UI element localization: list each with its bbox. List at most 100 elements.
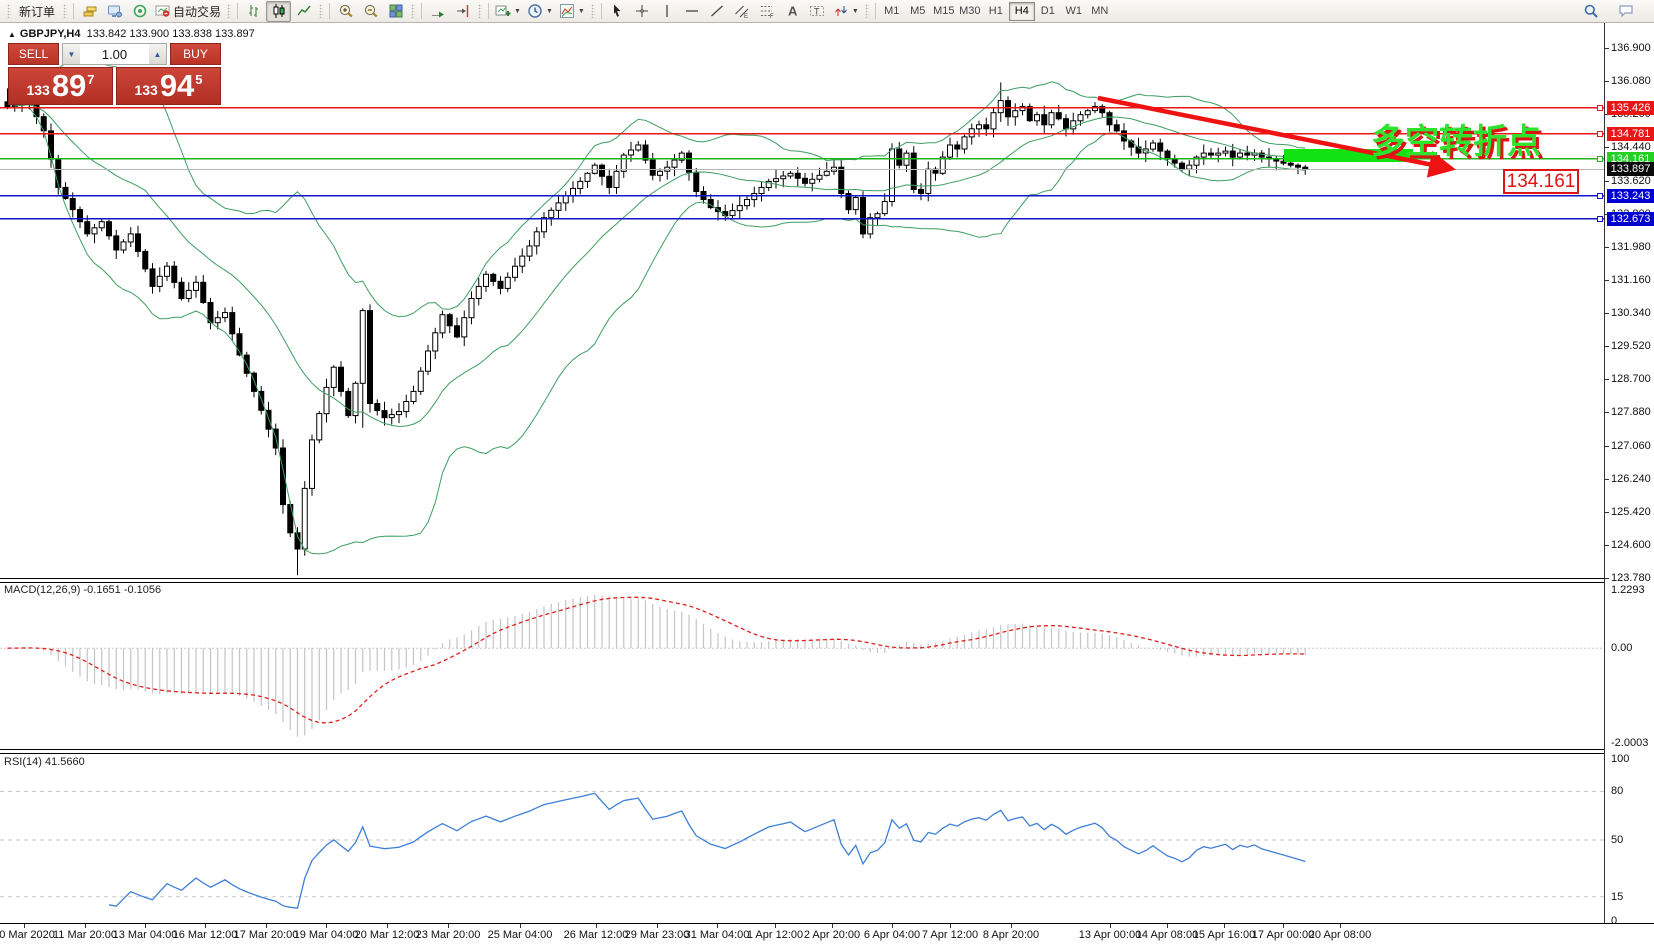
hline-button[interactable] bbox=[680, 1, 705, 22]
price-tick-mark bbox=[1605, 147, 1609, 148]
chart-area[interactable]: 136.900136.080135.260134.440133.620132.8… bbox=[0, 23, 1654, 948]
profiles-icon bbox=[527, 3, 543, 19]
volume-input[interactable] bbox=[80, 44, 149, 64]
rsi-indicator-label: RSI(14) 41.5660 bbox=[4, 756, 85, 768]
time-tick-label: 16 Mar 12:00 bbox=[173, 929, 238, 941]
line-anchor-icon[interactable] bbox=[1597, 105, 1603, 111]
new-order-button[interactable]: 新订单 bbox=[14, 1, 60, 22]
timeframe-m5-button[interactable]: M5 bbox=[905, 2, 931, 21]
timeframe-h4-button[interactable]: H4 bbox=[1009, 2, 1035, 21]
label-button[interactable]: T bbox=[805, 1, 830, 22]
arrows-button[interactable]: ▼ bbox=[830, 1, 862, 22]
time-tick-label: 29 Mar 23:00 bbox=[625, 929, 690, 941]
bar-chart-button[interactable] bbox=[241, 1, 266, 22]
timeframe-m15-button[interactable]: M15 bbox=[931, 2, 957, 21]
text-icon: A bbox=[784, 3, 800, 19]
crosshair-button[interactable] bbox=[630, 1, 655, 22]
toolbar-drag-handle[interactable] bbox=[227, 4, 231, 18]
chart-shift-button[interactable] bbox=[450, 1, 475, 22]
vline-button[interactable] bbox=[655, 1, 680, 22]
new-chart-icon bbox=[495, 3, 511, 19]
gold-icon[interactable] bbox=[77, 1, 102, 22]
zoom-out-button[interactable] bbox=[358, 1, 383, 22]
sell-price-display[interactable]: 133 89 7 bbox=[8, 67, 113, 105]
autotrading-button[interactable]: 自动交易 bbox=[152, 1, 224, 22]
time-tick-mark bbox=[266, 924, 267, 928]
volume-decrease-button[interactable]: ▼ bbox=[63, 44, 80, 64]
timeframe-w1-button[interactable]: W1 bbox=[1061, 2, 1087, 21]
price-callout-box[interactable]: 134.161 bbox=[1503, 169, 1579, 194]
buy-price-sup: 5 bbox=[195, 72, 202, 87]
line-chart-button[interactable] bbox=[291, 1, 316, 22]
time-tick-label: 7 Apr 12:00 bbox=[922, 929, 978, 941]
line-anchor-icon[interactable] bbox=[1597, 131, 1603, 137]
dropdown-arrow-icon[interactable]: ▼ bbox=[514, 8, 521, 15]
toolbar-drag-handle[interactable] bbox=[865, 4, 869, 18]
macd-pane-canvas[interactable] bbox=[0, 580, 1604, 748]
line-anchor-icon[interactable] bbox=[1597, 193, 1603, 199]
dropdown-arrow-icon[interactable]: ▼ bbox=[852, 8, 859, 15]
cursor-icon bbox=[609, 3, 625, 19]
timeframe-m30-button[interactable]: M30 bbox=[957, 2, 983, 21]
price-tick-label: 129.520 bbox=[1611, 340, 1651, 352]
tile-windows-button[interactable] bbox=[383, 1, 408, 22]
timeframe-d1-button[interactable]: D1 bbox=[1035, 2, 1061, 21]
macd-axis-label: 1.2293 bbox=[1611, 584, 1645, 596]
trendline-button[interactable] bbox=[705, 1, 730, 22]
indicator-list-button[interactable]: ▼ bbox=[556, 1, 588, 22]
channel-button[interactable]: E bbox=[730, 1, 755, 22]
toolbar-drag-handle[interactable] bbox=[7, 4, 11, 18]
time-tick-mark bbox=[657, 924, 658, 928]
toolbar-drag-handle[interactable] bbox=[63, 4, 67, 18]
text-button[interactable]: A bbox=[780, 1, 805, 22]
volume-increase-button[interactable]: ▲ bbox=[149, 44, 166, 64]
price-tick-label: 131.160 bbox=[1611, 274, 1651, 286]
turning-point-annotation[interactable]: 多空转折点 bbox=[1371, 114, 1541, 163]
sell-button[interactable]: SELL bbox=[8, 43, 59, 65]
time-axis[interactable]: 10 Mar 202011 Mar 20:0013 Mar 04:0016 Ma… bbox=[0, 923, 1654, 948]
timeframe-m1-button[interactable]: M1 bbox=[879, 2, 905, 21]
price-tick-mark bbox=[1605, 247, 1609, 248]
candle-chart-icon bbox=[271, 3, 287, 19]
toolbar-drag-handle[interactable] bbox=[591, 4, 595, 18]
price-tick-label: 124.600 bbox=[1611, 539, 1651, 551]
toolbar-drag-handle[interactable] bbox=[411, 4, 415, 18]
timeframe-h1-button[interactable]: H1 bbox=[983, 2, 1009, 21]
time-tick-label: 6 Apr 04:00 bbox=[864, 929, 920, 941]
time-tick-label: 23 Mar 20:00 bbox=[416, 929, 481, 941]
connection-icon[interactable] bbox=[127, 1, 152, 22]
toolbar-drag-handle[interactable] bbox=[478, 4, 482, 18]
main-chart-canvas[interactable] bbox=[0, 23, 1604, 578]
chat-button[interactable] bbox=[1613, 1, 1638, 22]
candle-chart-button[interactable] bbox=[266, 1, 291, 22]
time-tick-label: 17 Apr 00:00 bbox=[1252, 929, 1314, 941]
time-tick-label: 19 Mar 04:00 bbox=[294, 929, 359, 941]
buy-button[interactable]: BUY bbox=[170, 43, 221, 65]
terminal-icon bbox=[107, 3, 123, 19]
line-anchor-icon[interactable] bbox=[1597, 156, 1603, 162]
fibonacci-button[interactable]: F bbox=[755, 1, 780, 22]
new-chart-button[interactable]: ▼ bbox=[492, 1, 524, 22]
terminal-icon[interactable] bbox=[102, 1, 127, 22]
buy-price-display[interactable]: 133 94 5 bbox=[116, 67, 221, 105]
collapse-panel-icon[interactable]: ▲ bbox=[8, 30, 16, 39]
time-tick-mark bbox=[1011, 924, 1012, 928]
price-axis[interactable]: 136.900136.080135.260134.440133.620132.8… bbox=[1604, 23, 1654, 923]
dropdown-arrow-icon[interactable]: ▼ bbox=[578, 8, 585, 15]
line-anchor-icon[interactable] bbox=[1597, 216, 1603, 222]
price-tick-label: 133.620 bbox=[1611, 175, 1651, 187]
rsi-pane-canvas[interactable] bbox=[0, 751, 1604, 922]
fibonacci-icon: F bbox=[759, 3, 775, 19]
zoom-in-button[interactable] bbox=[333, 1, 358, 22]
rsi-axis-label: 15 bbox=[1611, 891, 1623, 903]
cursor-button[interactable] bbox=[605, 1, 630, 22]
time-tick-label: 13 Apr 00:00 bbox=[1079, 929, 1141, 941]
toolbar-separator bbox=[875, 3, 876, 19]
dropdown-arrow-icon[interactable]: ▼ bbox=[546, 8, 553, 15]
toolbar-drag-handle[interactable] bbox=[319, 4, 323, 18]
auto-scroll-button[interactable] bbox=[425, 1, 450, 22]
search-button[interactable] bbox=[1578, 1, 1603, 22]
price-tick-label: 123.780 bbox=[1611, 572, 1651, 584]
timeframe-mn-button[interactable]: MN bbox=[1087, 2, 1113, 21]
profiles-button[interactable]: ▼ bbox=[524, 1, 556, 22]
